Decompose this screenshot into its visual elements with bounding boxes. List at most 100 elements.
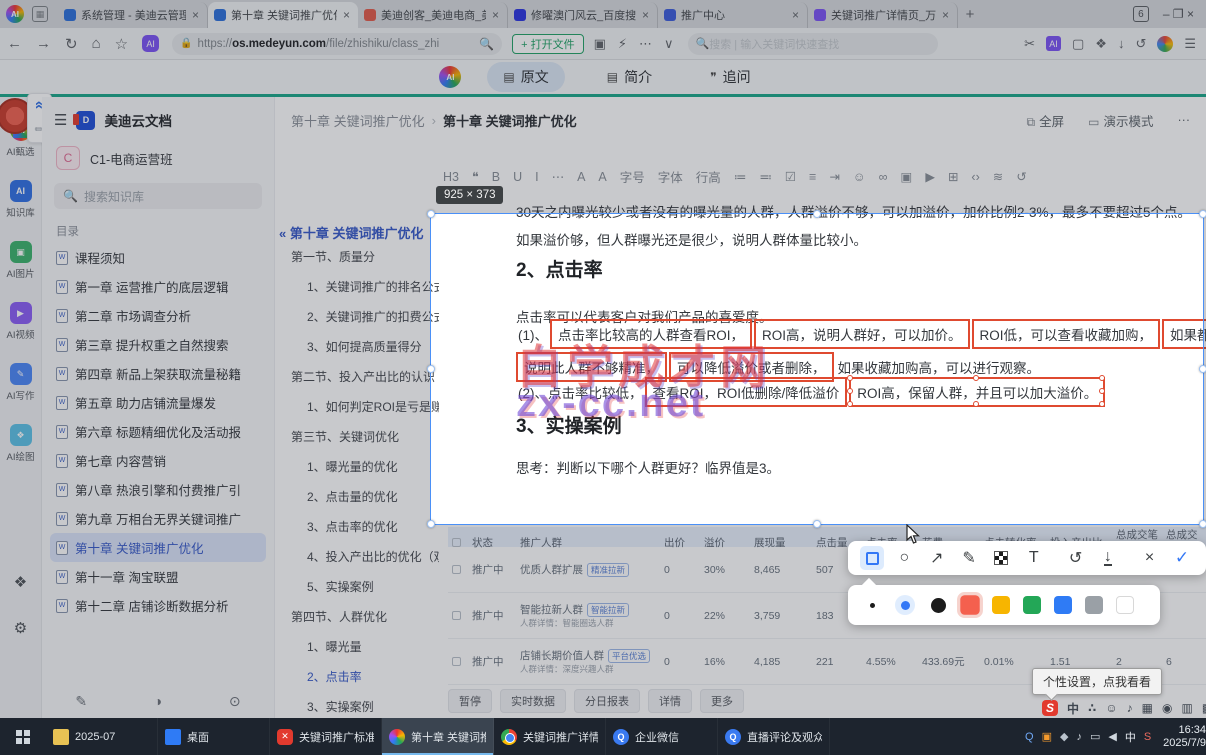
- browser-tab[interactable]: 美迪创客_美迪电商_美 ×: [358, 2, 508, 28]
- mosaic-tool[interactable]: [989, 546, 1013, 570]
- open-file-button[interactable]: + 打开文件: [512, 33, 584, 54]
- outline-item[interactable]: 1、曝光量的优化: [279, 452, 439, 482]
- tab-close-icon[interactable]: ×: [940, 8, 951, 22]
- medeyun-apps-icon[interactable]: AI: [1045, 36, 1061, 51]
- outline-item[interactable]: 1、关键词推广的排名公式: [279, 272, 439, 302]
- edit-icon[interactable]: ✎: [75, 693, 87, 710]
- selection-handle[interactable]: [427, 210, 435, 218]
- selection-handle[interactable]: [813, 520, 821, 528]
- confirm-tool[interactable]: ✓: [1170, 546, 1194, 570]
- pen-tool[interactable]: ✎: [957, 546, 981, 570]
- sidebar-item[interactable]: W 第一章 运营推广的底层逻辑: [50, 272, 266, 301]
- color-swatch[interactable]: [960, 595, 980, 615]
- selection-handle[interactable]: [1199, 365, 1206, 373]
- sidebar-item[interactable]: W 第四章 新品上架获取流量秘籍: [50, 359, 266, 388]
- editor-tool[interactable]: ⇥: [829, 169, 839, 184]
- brush-size-option[interactable]: [862, 595, 882, 615]
- editor-tool[interactable]: 字号: [620, 167, 645, 186]
- sidebar-item[interactable]: W 第十一章 淘宝联盟: [50, 562, 266, 591]
- editor-tool[interactable]: A: [577, 170, 585, 184]
- outline-item[interactable]: 1、如何判定ROI是亏是赚: [279, 392, 439, 422]
- cancel-tool[interactable]: ×: [1138, 546, 1162, 570]
- taskbar-item[interactable]: 关键词推广详情页...: [494, 718, 606, 755]
- sidebar-item[interactable]: W 第九章 万相台无界关键词推广: [50, 504, 266, 533]
- editor-tool[interactable]: ⋯: [552, 169, 565, 184]
- reader-mode-icon[interactable]: ▢: [1072, 36, 1084, 52]
- editor-tool[interactable]: ∞: [879, 170, 888, 184]
- editor-tool[interactable]: I: [535, 170, 538, 184]
- browser-tab[interactable]: 第十章 关键词推广优化 ×: [208, 2, 358, 28]
- ime-cursor-dots-icon[interactable]: ∴: [1088, 701, 1096, 715]
- download-tool[interactable]: ↓: [1096, 546, 1120, 570]
- outline-item[interactable]: 2、点击量的优化: [279, 482, 439, 512]
- editor-tool[interactable]: ▶: [925, 169, 935, 184]
- editor-tool[interactable]: ‹›: [971, 170, 979, 184]
- history-icon[interactable]: ↺: [1135, 36, 1146, 52]
- selection-handle[interactable]: [1199, 210, 1206, 218]
- rail-item-AI视频[interactable]: ▶ AI视频: [0, 302, 41, 341]
- window-restore-button[interactable]: ❐: [1173, 7, 1184, 21]
- sidebar-item[interactable]: W 第十章 关键词推广优化: [50, 533, 266, 562]
- new-tab-button[interactable]: +: [958, 2, 982, 26]
- view-tab-原文[interactable]: ▤ 原文: [487, 62, 565, 92]
- brush-size-option[interactable]: [895, 595, 915, 615]
- taskbar-item[interactable]: Q 直播评论及观众: [718, 718, 830, 755]
- outline-item[interactable]: 第三节、关键词优化: [279, 422, 439, 452]
- color-swatch[interactable]: [1116, 596, 1134, 614]
- mic-tray-icon[interactable]: ♪: [1076, 731, 1082, 743]
- table-action-button[interactable]: 更多: [700, 689, 744, 713]
- screenshot-icon[interactable]: ▣: [594, 36, 606, 52]
- browser-app-icon[interactable]: AI: [6, 5, 24, 23]
- security-tray-icon[interactable]: ▣: [1042, 730, 1052, 743]
- ime-mic-icon[interactable]: ♪: [1127, 701, 1133, 715]
- rect-tool[interactable]: [860, 546, 884, 570]
- selection-handle[interactable]: [427, 365, 435, 373]
- extensions-icon[interactable]: ❖: [1095, 36, 1107, 52]
- editor-tool[interactable]: ▣: [901, 169, 913, 184]
- rail-item-知识库[interactable]: AI 知识库: [0, 180, 41, 219]
- scissors-icon[interactable]: ✂: [1024, 36, 1035, 52]
- rail-item-AI写作[interactable]: ✎ AI写作: [0, 363, 41, 402]
- editor-tool[interactable]: ☑: [785, 169, 796, 184]
- sidebar-item[interactable]: W 第二章 市场调查分析: [50, 301, 266, 330]
- taskbar-item[interactable]: 桌面: [158, 718, 270, 755]
- ime-keyboard-icon[interactable]: ▦: [1142, 701, 1153, 715]
- rail-item-AI绘图[interactable]: ❖ AI绘图: [0, 424, 41, 463]
- sidebar-item[interactable]: W 课程须知: [50, 243, 266, 272]
- editor-tool[interactable]: U: [513, 170, 522, 184]
- tab-close-icon[interactable]: ×: [490, 8, 501, 22]
- sidebar-item[interactable]: W 第十二章 店铺诊断数据分析: [50, 591, 266, 620]
- ime-grid-icon[interactable]: ▩: [1202, 701, 1206, 715]
- sidebar-menu-icon[interactable]: ☰: [54, 111, 67, 129]
- browser-tab[interactable]: 推广中心 ×: [658, 2, 808, 28]
- defender-tray-icon[interactable]: ◆: [1060, 730, 1068, 743]
- editor-tool[interactable]: ≋: [993, 169, 1003, 184]
- tab-group-icon[interactable]: ▦: [32, 6, 48, 22]
- menu-icon[interactable]: ☰: [1184, 36, 1196, 52]
- taskbar-item[interactable]: 2025-07: [46, 718, 158, 755]
- class-name[interactable]: C1-电商运营班: [90, 149, 173, 168]
- tab-close-icon[interactable]: ×: [790, 8, 801, 22]
- tab-close-icon[interactable]: ×: [190, 8, 201, 22]
- arrow-tool[interactable]: ↗: [925, 546, 949, 570]
- color-swatch[interactable]: [1054, 596, 1072, 614]
- taskbar-clock[interactable]: 16:34 2025/7/9: [1163, 724, 1206, 750]
- rail-item-AI图片[interactable]: ▣ AI图片: [0, 241, 41, 280]
- ai-assistant-icon[interactable]: AI: [142, 35, 160, 52]
- ime-skin-icon[interactable]: ▥: [1181, 701, 1192, 715]
- view-tab-追问[interactable]: ❞ 追问: [694, 62, 766, 92]
- selection-handle[interactable]: [1199, 520, 1206, 528]
- dropdown-chevron-icon[interactable]: ∨: [664, 36, 674, 52]
- sidebar-item[interactable]: W 第八章 热浪引擎和付费推广引: [50, 475, 266, 504]
- editor-tool[interactable]: 字体: [658, 167, 683, 186]
- table-action-button[interactable]: 实时数据: [500, 689, 566, 713]
- home-icon[interactable]: ⌂: [92, 35, 101, 52]
- sogou-tray-icon[interactable]: S: [1144, 731, 1151, 743]
- color-swatch[interactable]: [1085, 596, 1103, 614]
- table-action-button[interactable]: 分日报表: [574, 689, 640, 713]
- selection-handle[interactable]: [813, 210, 821, 218]
- more-options-icon[interactable]: ⋯: [639, 36, 652, 52]
- start-button[interactable]: [0, 718, 46, 755]
- editor-tool[interactable]: ☺: [853, 170, 866, 184]
- forward-icon[interactable]: →: [36, 35, 51, 52]
